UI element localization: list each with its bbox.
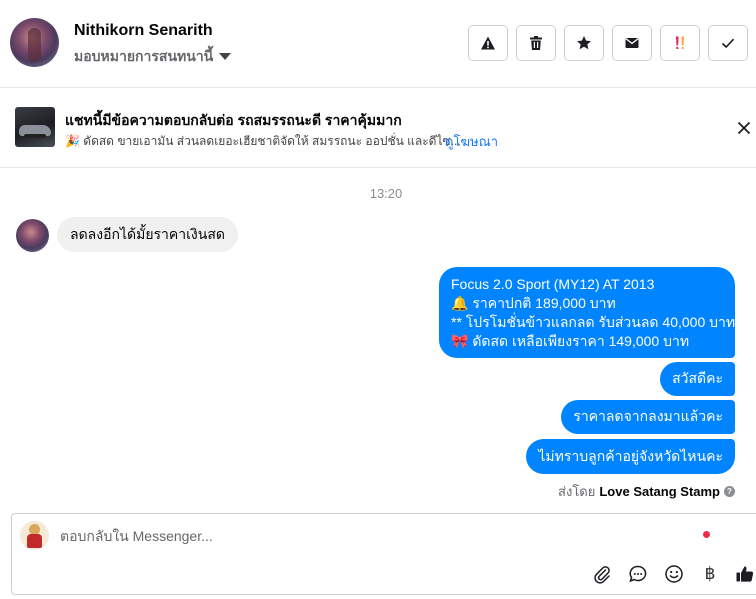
mark-done-button[interactable] (708, 25, 748, 61)
ad-subtitle: 🎉 ดัดสด ขายเอามัน ส่วนลดเยอะเฮียชาติจัดใ… (65, 134, 461, 148)
reply-composer: ฿ (11, 513, 756, 595)
outgoing-message-promo[interactable]: Focus 2.0 Sport (MY12) AT 2013 🔔 ราคาปกต… (439, 267, 735, 358)
promo-line: Focus 2.0 Sport (MY12) AT 2013 (451, 275, 655, 292)
sent-by-label: ส่งโดย Love Satang Stamp ? (558, 481, 735, 502)
saved-replies-button[interactable] (626, 562, 650, 586)
smiley-icon (665, 565, 683, 583)
report-spam-button[interactable] (468, 25, 508, 61)
ad-reply-banner: แชทนี้มีข้อความตอบกลับต่อ รถสมรรถนะดี รา… (0, 89, 756, 168)
contact-avatar[interactable] (10, 18, 59, 67)
chat-bubble-icon (629, 565, 647, 583)
delete-button[interactable] (516, 25, 556, 61)
trash-icon (530, 36, 542, 50)
paperclip-icon (594, 566, 610, 584)
page-avatar (20, 521, 49, 550)
conversation-header: Nithikorn Senarith มอบหมายการสนทนานี้ (0, 0, 756, 88)
double-exclamation-icon (676, 36, 684, 49)
star-button[interactable] (564, 25, 604, 61)
ad-title: แชทนี้มีข้อความตอบกลับต่อ รถสมรรถนะดี รา… (65, 112, 402, 128)
assign-conversation-dropdown[interactable]: มอบหมายการสนทนานี้ (74, 46, 232, 68)
ad-thumbnail[interactable] (15, 107, 55, 147)
sent-by-prefix: ส่งโดย (558, 484, 596, 499)
promo-line: 🔔 ราคาปกติ 189,000 บาท (451, 294, 616, 311)
contact-avatar-small[interactable] (16, 219, 49, 252)
payment-button[interactable]: ฿ (698, 562, 722, 586)
mark-unread-button[interactable] (612, 25, 652, 61)
sent-by-name: Love Satang Stamp (599, 484, 720, 499)
check-icon (721, 38, 735, 49)
like-button[interactable] (733, 562, 756, 586)
outgoing-message[interactable]: ไม่ทราบลูกค้าอยู่จังหวัดไหนคะ (526, 439, 735, 474)
promo-line: ** โปรโมชั่นข้าวแลกลด รับส่วนลด 40,000 บ… (451, 313, 736, 330)
emoji-button[interactable] (662, 562, 686, 586)
attach-button[interactable] (590, 562, 614, 586)
outgoing-message[interactable]: ราคาลดจากลงมาแล้วคะ (561, 400, 735, 434)
view-ad-link[interactable]: ดูโฆษณา (445, 131, 498, 152)
star-icon (577, 36, 591, 50)
caret-down-icon (219, 52, 232, 60)
incoming-message[interactable]: ลดลงอีกได้มั้ยราคาเงินสด (57, 217, 238, 252)
assign-label: มอบหมายการสนทนานี้ (74, 48, 214, 64)
promo-line: 🎀 ดัดสด เหลือเพียงราคา 149,000 บาท (451, 332, 690, 349)
notification-dot (703, 531, 710, 538)
info-icon[interactable]: ? (724, 486, 735, 497)
alert-triangle-icon (481, 36, 495, 50)
message-input[interactable] (60, 528, 660, 544)
message-timestamp: 13:20 (369, 186, 403, 201)
close-icon (737, 121, 751, 135)
envelope-icon (625, 38, 639, 48)
thumbs-up-icon (736, 566, 754, 582)
outgoing-message[interactable]: สวัสดีคะ (660, 362, 735, 396)
baht-icon: ฿ (704, 564, 716, 584)
contact-name[interactable]: Nithikorn Senarith (74, 22, 213, 40)
follow-up-button[interactable] (660, 25, 700, 61)
close-banner-button[interactable] (734, 118, 754, 138)
